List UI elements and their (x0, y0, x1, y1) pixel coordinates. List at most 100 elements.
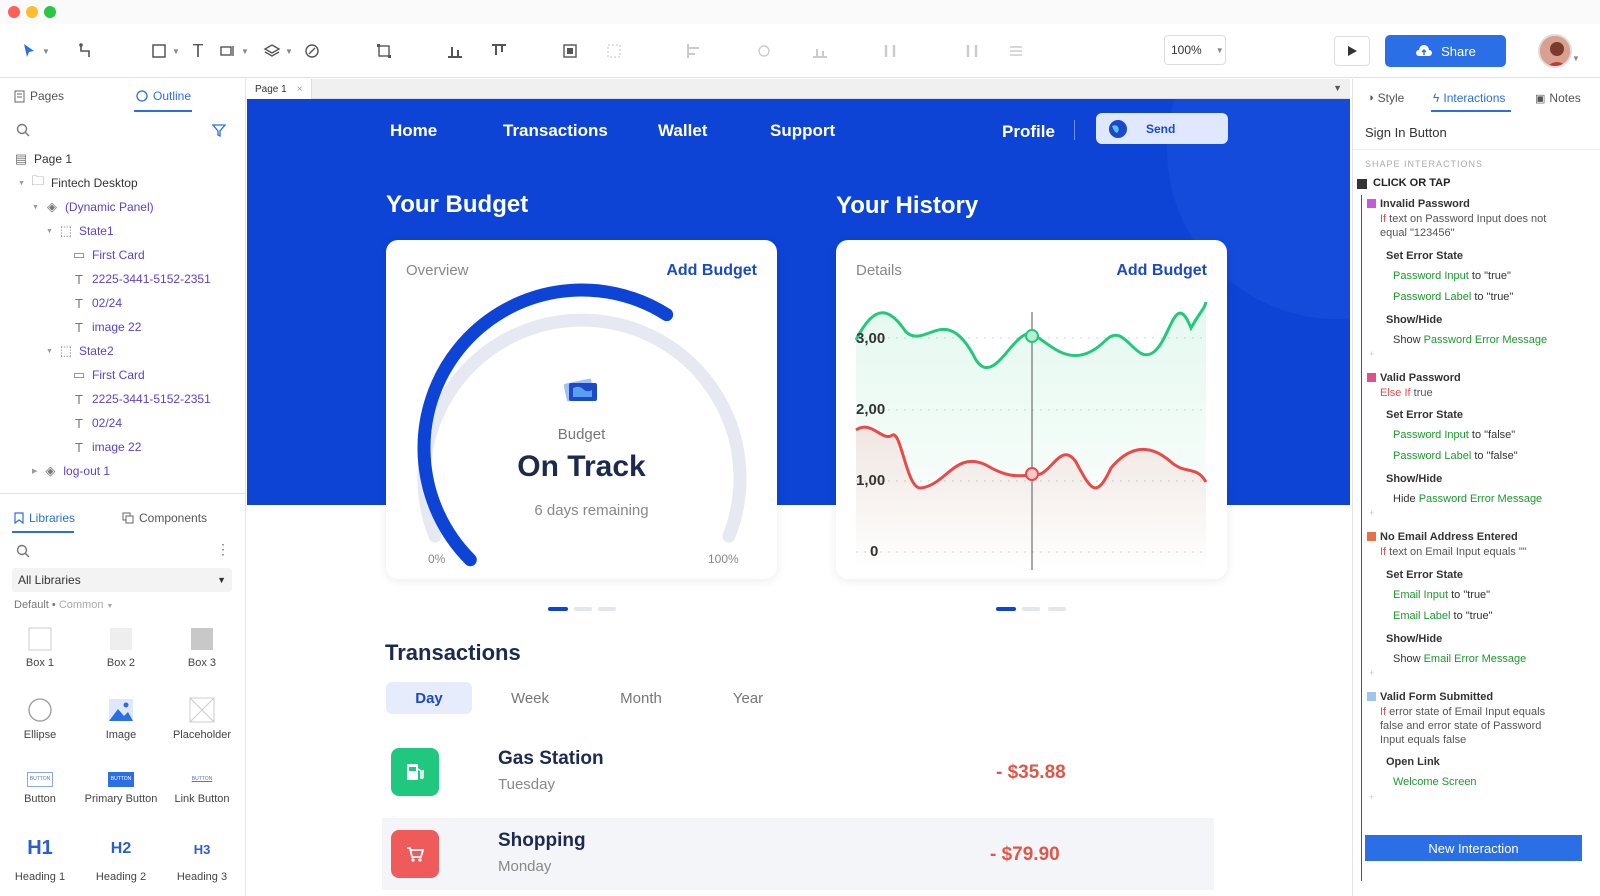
lib-ellipse[interactable]: Ellipse (0, 697, 80, 741)
history-pager-dot-active[interactable] (996, 607, 1016, 611)
group-tool[interactable] (556, 36, 584, 66)
nav-profile[interactable]: Profile (1002, 122, 1055, 142)
red-cursor-point[interactable] (1025, 467, 1039, 481)
add-action-icon[interactable]: + (1369, 792, 1374, 802)
action-title[interactable]: Set Error State (1386, 568, 1463, 582)
tree-item-card-number[interactable]: T 2225-3441-5152-2351 (72, 387, 211, 411)
library-select[interactable]: All Libraries ▼ (12, 568, 232, 592)
case-title[interactable]: Valid Form Submitted (1380, 690, 1493, 704)
history-pager-dot[interactable] (1048, 607, 1066, 611)
filter-icon[interactable] (211, 123, 227, 142)
tree-item-expiry[interactable]: T 02/24 (72, 291, 122, 315)
filter-day[interactable]: Day (386, 682, 472, 714)
tree-item-state2[interactable]: ▼ ⬚ State2 (46, 339, 114, 363)
action-title[interactable]: Show/Hide (1386, 472, 1442, 486)
lib-box2[interactable]: Box 2 (81, 627, 161, 669)
align-left-tool[interactable] (676, 36, 712, 66)
tab-components[interactable]: Components (122, 511, 207, 525)
event-label[interactable]: CLICK OR TAP (1373, 177, 1450, 189)
filter-year[interactable]: Year (720, 682, 776, 714)
preview-button[interactable] (1334, 36, 1370, 66)
tab-interactions[interactable]: ϟ Interactions (1433, 91, 1505, 105)
nav-support[interactable]: Support (770, 121, 835, 141)
nav-wallet[interactable]: Wallet (658, 121, 707, 141)
select-tool[interactable]: ▼ (16, 36, 54, 66)
filter-week[interactable]: Week (500, 682, 560, 714)
lib-primary-button[interactable]: BUTTON Primary Button (81, 767, 161, 805)
tab-outline[interactable]: Outline (136, 89, 191, 103)
tree-item-log-out[interactable]: ▶ ◈ log-out 1 (32, 459, 110, 483)
distribute-tool[interactable] (808, 36, 832, 66)
lib-heading1[interactable]: H1 Heading 1 (0, 837, 80, 883)
maximize-window-dot[interactable] (44, 6, 56, 18)
selected-widget-name[interactable]: Sign In Button (1365, 125, 1447, 140)
transaction-row[interactable]: Gas Station Tuesday - $35.88 (382, 736, 1214, 808)
lib-image[interactable]: Image (81, 697, 161, 741)
tree-item-image[interactable]: T image 22 (72, 315, 141, 339)
nav-home[interactable]: Home (390, 121, 437, 141)
lib-link-button[interactable]: BUTTON Link Button (162, 767, 242, 805)
lib-box3[interactable]: Box 3 (162, 627, 242, 669)
budget-pager-dot[interactable] (574, 607, 592, 611)
distribute-vertical-tool[interactable] (960, 36, 984, 66)
tree-item-expiry[interactable]: T 02/24 (72, 411, 122, 435)
tab-style[interactable]: ◑ Style (1367, 91, 1404, 105)
outline-search-icon[interactable] (16, 123, 30, 142)
tab-notes[interactable]: ▣ Notes (1535, 91, 1581, 105)
more-options-icon[interactable]: ⋮ (216, 541, 230, 558)
tree-item-dynamic-panel[interactable]: ▼ ◈ (Dynamic Panel) (32, 195, 154, 219)
rectangle-tool[interactable]: ▼ (146, 36, 184, 66)
align-top-tool[interactable] (486, 36, 512, 66)
tab-libraries[interactable]: Libraries (14, 511, 75, 525)
widget-tool[interactable]: ▼ (216, 36, 252, 66)
close-window-dot[interactable] (8, 6, 20, 18)
text-tool[interactable]: T (188, 36, 208, 66)
frame-tool[interactable] (370, 36, 398, 66)
case-title[interactable]: No Email Address Entered (1380, 530, 1518, 544)
nav-transactions[interactable]: Transactions (503, 121, 608, 141)
lib-button[interactable]: BUTTON Button (0, 767, 80, 805)
filter-month[interactable]: Month (610, 682, 672, 714)
distribute-horizontal-tool[interactable] (878, 36, 902, 66)
history-pager-dot[interactable] (1022, 607, 1040, 611)
case-title[interactable]: Invalid Password (1380, 197, 1470, 211)
transaction-row[interactable]: Shopping Monday - $79.90 (382, 818, 1214, 890)
action-title[interactable]: Show/Hide (1386, 632, 1442, 646)
tab-pages[interactable]: Pages (14, 89, 64, 103)
user-avatar[interactable] (1538, 34, 1572, 68)
lib-box1[interactable]: Box 1 (0, 627, 80, 669)
tree-item-page[interactable]: ▤ Page 1 (14, 147, 72, 171)
tree-item-first-card[interactable]: ▭ First Card (72, 363, 145, 387)
align-center-tool[interactable] (752, 36, 776, 66)
budget-pager-dot-active[interactable] (548, 607, 568, 611)
ungroup-tool[interactable] (600, 36, 628, 66)
budget-pager-dot[interactable] (598, 607, 616, 611)
add-action-icon[interactable]: + (1369, 668, 1374, 678)
close-icon[interactable]: × (297, 84, 303, 95)
case-title[interactable]: Valid Password (1380, 371, 1461, 385)
library-search-icon[interactable] (16, 544, 30, 563)
layers-tool[interactable]: ▼ (260, 36, 296, 66)
tree-item-card-number[interactable]: T 2225-3441-5152-2351 (72, 267, 211, 291)
connector-tool[interactable] (70, 36, 100, 66)
share-button[interactable]: Share (1385, 35, 1506, 67)
tree-item-fintech-desktop[interactable]: ▼ 🗀 Fintech Desktop (18, 171, 138, 195)
align-bottom-tool[interactable] (442, 36, 468, 66)
library-filter[interactable]: Default • Common ▼ (14, 599, 113, 611)
action-title[interactable]: Set Error State (1386, 408, 1463, 422)
green-cursor-point[interactable] (1025, 329, 1039, 343)
tree-item-state1[interactable]: ▼ ⬚ State1 (46, 219, 114, 243)
action-title[interactable]: Open Link (1386, 755, 1440, 769)
new-interaction-button[interactable]: New Interaction (1365, 835, 1582, 861)
spacing-tool[interactable] (1004, 36, 1028, 66)
tree-item-first-card[interactable]: ▭ First Card (72, 243, 145, 267)
tree-item-image[interactable]: T image 22 (72, 435, 141, 459)
tab-menu-chevron-icon[interactable]: ▼ (1333, 83, 1342, 93)
action-title[interactable]: Set Error State (1386, 249, 1463, 263)
zoom-select[interactable]: 100% ▼ (1164, 35, 1226, 65)
minimize-window-dot[interactable] (26, 6, 38, 18)
pen-tool[interactable] (300, 36, 324, 66)
lib-placeholder[interactable]: Placeholder (162, 697, 242, 741)
page-tab[interactable]: Page 1 × (247, 79, 312, 99)
lib-heading3[interactable]: H3 Heading 3 (162, 837, 242, 883)
